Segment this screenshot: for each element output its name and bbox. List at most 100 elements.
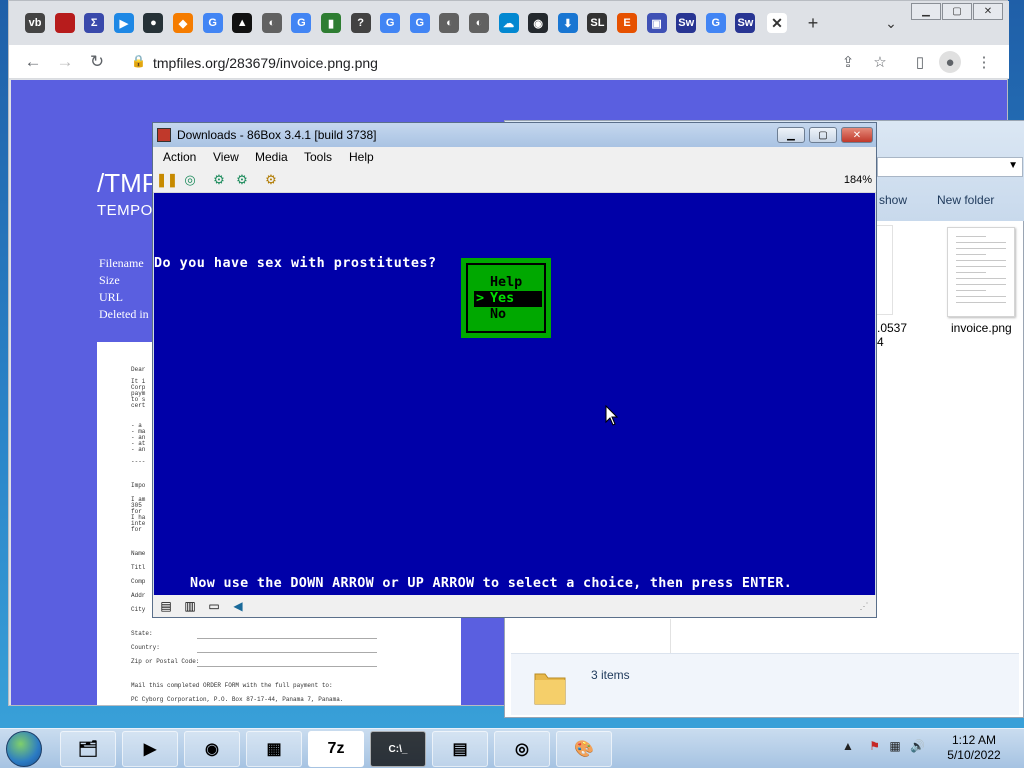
menu-tools[interactable]: Tools [304,150,332,164]
pinned-tab-google-icon[interactable]: G [705,13,726,33]
pinned-tab-google-icon[interactable]: G [291,13,312,33]
browser-window-controls: ▁ ▢ ✕ [910,3,1003,20]
menu-action[interactable]: Action [163,150,196,164]
pinned-tab-red-square-icon[interactable] [54,13,75,33]
chevron-down-icon[interactable]: ▼ [1008,160,1018,171]
explorer-taskbar-icon[interactable]: 🗂 [60,731,116,767]
clock[interactable]: 1:12 AM 5/10/2022 [944,733,1004,763]
menu-view[interactable]: View [213,150,239,164]
new-tab-button[interactable]: + [803,13,823,33]
menu-media[interactable]: Media [255,150,288,164]
thumbnail-text-line [956,284,1006,285]
address-bar[interactable]: 🔒 tmpfiles.org/283679/invoice.png.png [119,49,889,75]
show-hidden-icons[interactable]: ▲ [842,739,854,753]
floppy-drive-b-icon[interactable]: ▥ [181,598,199,614]
show-button[interactable]: show [879,193,907,207]
document-line: Addr [131,592,146,599]
pinned-tab-sigma-icon[interactable]: Σ [84,13,105,33]
pinned-tab-save-icon[interactable]: ▣ [646,13,667,33]
partial-file-name[interactable]: .0537 [877,321,907,335]
maximize-icon[interactable]: ▢ [809,127,837,143]
floppy-drive-icon[interactable]: ▤ [157,598,175,614]
pinned-tab-globe-icon[interactable]: ◐ [261,13,282,33]
pinned-tab-play-icon[interactable]: ▶ [113,13,134,33]
pause-icon[interactable]: ❚❚ [156,171,178,189]
thumbnail-text-line [956,296,1006,297]
86box-title-bar[interactable]: Downloads - 86Box 3.4.1 [build 3738] ▁ ▢… [153,123,876,147]
back-icon[interactable]: ← [21,51,45,73]
option-yes[interactable]: > Yes [474,291,542,307]
pinned-tab-google-icon[interactable]: G [380,13,401,33]
pinned-tab-diamond-icon[interactable]: ◆ [173,13,193,33]
profile-avatar-icon[interactable]: ● [939,51,961,73]
disc-taskbar-icon[interactable]: ◎ [494,731,550,767]
partial-thumbnail[interactable] [877,225,893,315]
document-line: Country: [131,644,160,651]
bookmark-star-icon[interactable]: ☆ [869,51,891,73]
ctrl-alt-del-icon[interactable]: ◎ [181,171,199,189]
pinned-tab-sw-icon[interactable]: Sw [676,13,697,33]
pinned-tab-mountain-icon[interactable]: ▲ [232,13,253,33]
hard-reset-icon[interactable]: ⚙ [233,171,251,189]
new-folder-button[interactable]: New folder [937,193,994,207]
invoice-file-name[interactable]: invoice.png [951,321,1012,335]
pinned-tab-google-icon[interactable]: G [409,13,430,33]
action-center-icon[interactable]: ⚑ [869,739,880,753]
minimize-icon[interactable]: ▁ [777,127,805,143]
minimize-icon[interactable]: ▁ [911,3,941,20]
folder-icon [534,673,566,705]
option-help[interactable]: Help [474,275,542,291]
tab-list-button[interactable]: ⌄ [881,13,901,33]
close-icon[interactable]: ✕ [973,3,1003,20]
resize-grip-icon[interactable]: ⋰ [855,598,873,614]
media-player-taskbar-icon[interactable]: ▶ [122,731,178,767]
maximize-icon[interactable]: ▢ [942,3,972,20]
invoice-thumbnail[interactable] [947,227,1015,317]
pinned-tab-download-icon[interactable]: ⬇ [557,13,578,33]
close-icon[interactable]: ✕ [841,127,873,143]
notepad-taskbar-icon[interactable]: ▤ [432,731,488,767]
pinned-tab-e-icon[interactable]: E [617,13,637,33]
7zip-taskbar-icon[interactable]: 7z [308,731,364,767]
pinned-tab-cloud-icon[interactable]: ☁ [498,13,519,33]
pinned-tab-google-icon[interactable]: G [202,13,223,33]
pinned-tab-github-icon[interactable]: ◉ [528,13,549,33]
sound-icon[interactable]: ◀ [229,598,247,614]
start-button[interactable] [6,731,42,767]
pinned-tab-question-icon[interactable]: ? [350,13,371,33]
close-tab-icon[interactable]: ✕ [767,13,787,33]
pinned-tab-sl-icon[interactable]: SL [587,13,608,33]
pinned-tab-sw-icon[interactable]: Sw [735,13,756,33]
emulated-screen[interactable]: Do you have sex with prostitutes? Help >… [154,193,875,595]
86box-taskbar-icon[interactable]: ▦ [246,731,302,767]
pinned-tab-bars-icon[interactable]: ▮ [321,13,341,33]
chrome-taskbar-icon[interactable]: ◉ [184,731,240,767]
forward-icon[interactable]: → [53,51,77,73]
document-line: Mail this completed ORDER FORM with the … [131,682,333,689]
explorer-search-field[interactable]: ▼ [877,157,1023,177]
document-line: cert [131,402,146,409]
pinned-tab-globe-icon[interactable]: ◐ [469,13,489,33]
share-icon[interactable]: ⇪ [837,51,859,73]
cmd-taskbar-icon[interactable]: C:\_ [370,731,426,767]
hard-disk-icon[interactable]: ▭ [205,598,223,614]
side-panel-icon[interactable]: ▯ [909,51,931,73]
label-filename: Filename [99,256,144,270]
label-deleted-in: Deleted in [99,307,149,321]
network-icon[interactable]: ▦ [889,739,900,753]
form-underline [197,652,377,653]
instruction-text: Now use the DOWN ARROW or UP ARROW to se… [190,576,793,591]
pinned-tab-globe-icon[interactable]: ◐ [439,13,460,33]
reload-icon[interactable]: ↻ [85,51,109,73]
volume-icon[interactable]: 🔊 [910,739,925,753]
option-no[interactable]: No [474,307,542,323]
menu-kebab-icon[interactable]: ⋮ [973,51,995,73]
reset-icon[interactable]: ⚙ [210,171,228,189]
paint-taskbar-icon[interactable]: 🎨 [556,731,612,767]
pinned-tab-vb-icon[interactable]: vb [25,13,45,33]
settings-icon[interactable]: ⚙ [262,171,280,189]
thumbnail-text-line [956,302,1006,303]
pinned-tab-orbit-icon[interactable]: ● [143,13,164,33]
menu-help[interactable]: Help [349,150,374,164]
86box-toolbar: ❚❚ ◎ ⚙ ⚙ ⚙ 184% [153,167,876,193]
